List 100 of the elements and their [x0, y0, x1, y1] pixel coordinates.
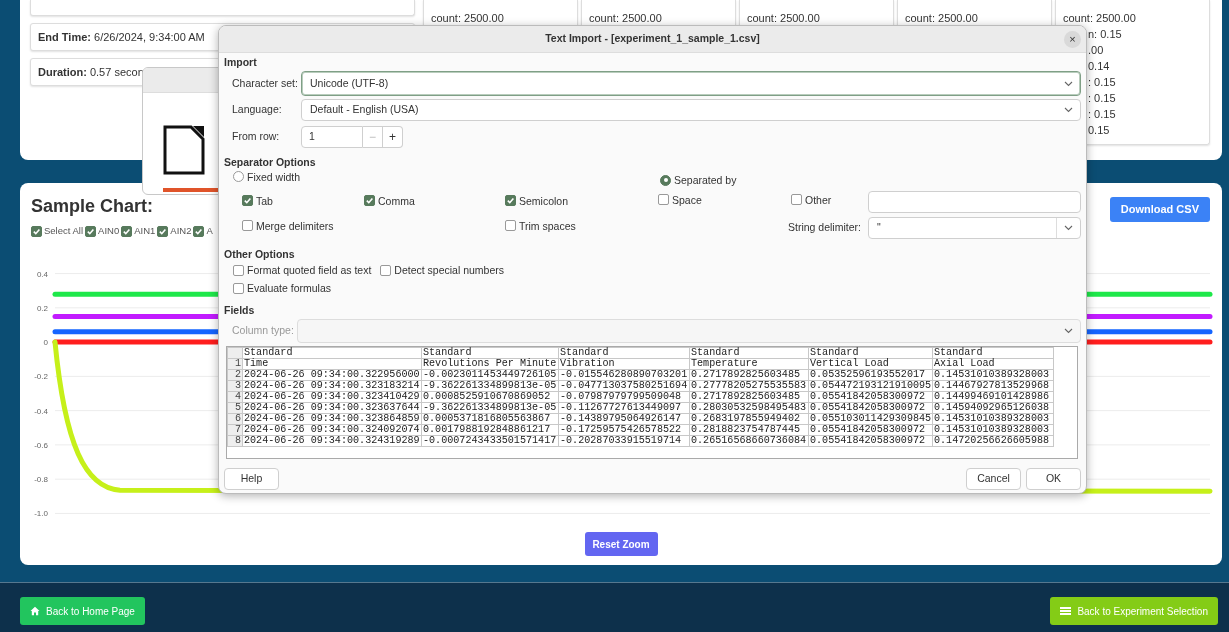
- character-set-dropdown[interactable]: Unicode (UTF-8): [301, 71, 1081, 96]
- axis-tick-label: -1.0: [34, 509, 48, 519]
- table-cell: -0.0023011453449726105: [421, 369, 559, 381]
- checkbox[interactable]: Space: [658, 193, 702, 206]
- stat-text: count: 2500.00: [1063, 11, 1136, 26]
- language-dropdown[interactable]: Default - English (USA): [301, 99, 1081, 121]
- stat-text: : 0.15: [1088, 75, 1116, 90]
- checkbox[interactable]: Other: [791, 193, 832, 206]
- checkmark-icon: [158, 226, 168, 236]
- row-number-cell: 6: [227, 413, 243, 425]
- table-cell: 0.14467927813529968: [932, 380, 1054, 392]
- checkbox[interactable]: Format quoted field as text: [233, 264, 372, 276]
- download-csv-button[interactable]: Download CSV: [1109, 197, 1210, 222]
- stat-text: .00: [1088, 43, 1104, 58]
- series-checkbox[interactable]: AIN0: [85, 225, 120, 237]
- list-icon: [1060, 606, 1072, 616]
- table-cell: -0.0007243433501571417: [421, 435, 559, 447]
- checkbox[interactable]: Trim spaces: [505, 219, 576, 232]
- reset-zoom-button[interactable]: Reset Zoom: [584, 532, 658, 556]
- section-heading: Other Options: [224, 247, 295, 262]
- axis-tick-label: 0: [43, 338, 48, 348]
- table-cell: Time: [242, 358, 422, 370]
- chart-title: Sample Chart:: [31, 196, 154, 218]
- table-cell: -0.14389795064926147: [558, 413, 690, 425]
- table-cell: 0.05541842058300972: [808, 424, 933, 436]
- checkmark-icon: [32, 226, 41, 236]
- table-cell: Vibration: [558, 358, 690, 370]
- help-button[interactable]: Help: [224, 468, 279, 490]
- table-cell: 0.14531010389328003: [932, 369, 1054, 381]
- checkbox[interactable]: Tab: [242, 194, 273, 207]
- stat-text: n: 0.15: [1088, 27, 1122, 42]
- axis-tick-label: -0.2: [34, 372, 48, 382]
- ok-button[interactable]: OK: [1026, 468, 1081, 490]
- close-button[interactable]: ×: [1064, 31, 1081, 48]
- table-cell: 0.14720256626605988: [932, 435, 1054, 447]
- table-cell: 0.0005371816805563867: [421, 413, 559, 425]
- other-separator-field[interactable]: [868, 191, 1081, 213]
- table-cell: -0.07987979799509048: [558, 391, 690, 403]
- table-cell: 0.27778205275535583: [689, 380, 809, 392]
- table-cell: 2024-06-26 09:34:00.323410429: [242, 391, 422, 403]
- column-type-cell[interactable]: Standard: [808, 347, 933, 359]
- table-cell: 0.14531010389328003: [932, 424, 1054, 436]
- table-cell: 0.2717892825603485: [689, 391, 809, 403]
- table-cell: -0.015546280890703201: [558, 369, 690, 381]
- table-cell: -9.362261334899813e-05: [421, 380, 559, 392]
- axis-tick-label: -0.8: [34, 475, 48, 485]
- row-number-cell: 7: [227, 424, 243, 436]
- checkbox[interactable]: Detect special numbers: [380, 264, 505, 276]
- radio-button[interactable]: Separated by: [660, 174, 737, 187]
- checkmark-icon: [122, 226, 132, 236]
- series-checkbox[interactable]: Select All: [31, 225, 84, 237]
- stat-text: 0.15: [1088, 123, 1110, 138]
- row-number-cell: 2: [227, 369, 243, 381]
- series-checkbox[interactable]: AIN1: [121, 225, 156, 237]
- table-cell: 0.14594092965126038: [932, 402, 1054, 414]
- stat-text: count: 2500.00: [589, 11, 662, 26]
- stat-text: 0.14: [1088, 59, 1110, 74]
- table-cell: 2024-06-26 09:34:00.323183214: [242, 380, 422, 392]
- table-cell: 2024-06-26 09:34:00.323637644: [242, 402, 422, 414]
- column-type-cell[interactable]: Standard: [242, 347, 422, 359]
- home-icon: [30, 606, 40, 616]
- from-row-field[interactable]: 1: [301, 126, 363, 148]
- table-cell: 0.05541842058300972: [808, 391, 933, 403]
- column-type-cell[interactable]: Standard: [932, 347, 1054, 359]
- increment-button[interactable]: +: [383, 126, 403, 148]
- axis-tick-label: 0.4: [36, 269, 48, 279]
- axis-tick-label: -0.4: [34, 406, 48, 416]
- row-number-cell: 3: [227, 380, 243, 392]
- table-cell: -0.047713037580251694: [558, 380, 690, 392]
- checkmark-icon: [194, 226, 204, 236]
- table-cell: Revolutions Per Minute: [421, 358, 559, 370]
- row-number-cell: 4: [227, 391, 243, 403]
- table-cell: 0.14531010389328003: [932, 413, 1054, 425]
- checkmark-icon: [365, 196, 374, 206]
- table-cell: 0.054472193121910095: [808, 380, 933, 392]
- table-cell: 0.28030532598495483: [689, 402, 809, 414]
- document-icon: [163, 125, 205, 175]
- checkmark-icon: [243, 196, 252, 206]
- column-type-cell[interactable]: Standard: [558, 347, 690, 359]
- table-cell: 2024-06-26 09:34:00.324092074: [242, 424, 422, 436]
- table-cell: 0.26516568660736084: [689, 435, 809, 447]
- checkbox[interactable]: Semicolon: [505, 194, 569, 207]
- column-type-cell[interactable]: Standard: [421, 347, 559, 359]
- row-number-cell: 1: [227, 358, 243, 370]
- table-cell: 0.2717892825603485: [689, 369, 809, 381]
- series-checkbox[interactable]: AIN2: [157, 225, 192, 237]
- chevron-down-icon: [1064, 328, 1073, 334]
- section-heading: Import: [224, 55, 257, 70]
- column-type-cell[interactable]: Standard: [689, 347, 809, 359]
- checkbox[interactable]: Merge delimiters: [242, 219, 334, 232]
- table-cell: 0.055103011429309845: [808, 413, 933, 425]
- cancel-button[interactable]: Cancel: [966, 468, 1021, 490]
- checkbox[interactable]: Evaluate formulas: [233, 282, 332, 294]
- radio-button[interactable]: Fixed width: [233, 170, 301, 183]
- table-cell: -9.362261334899813e-05: [421, 402, 559, 414]
- row-number-cell: 5: [227, 402, 243, 414]
- string-delimiter-dropdown[interactable]: ": [868, 217, 1081, 239]
- checkmark-icon: [506, 196, 515, 206]
- field-label: Language:: [231, 102, 283, 118]
- checkbox[interactable]: Comma: [364, 194, 415, 207]
